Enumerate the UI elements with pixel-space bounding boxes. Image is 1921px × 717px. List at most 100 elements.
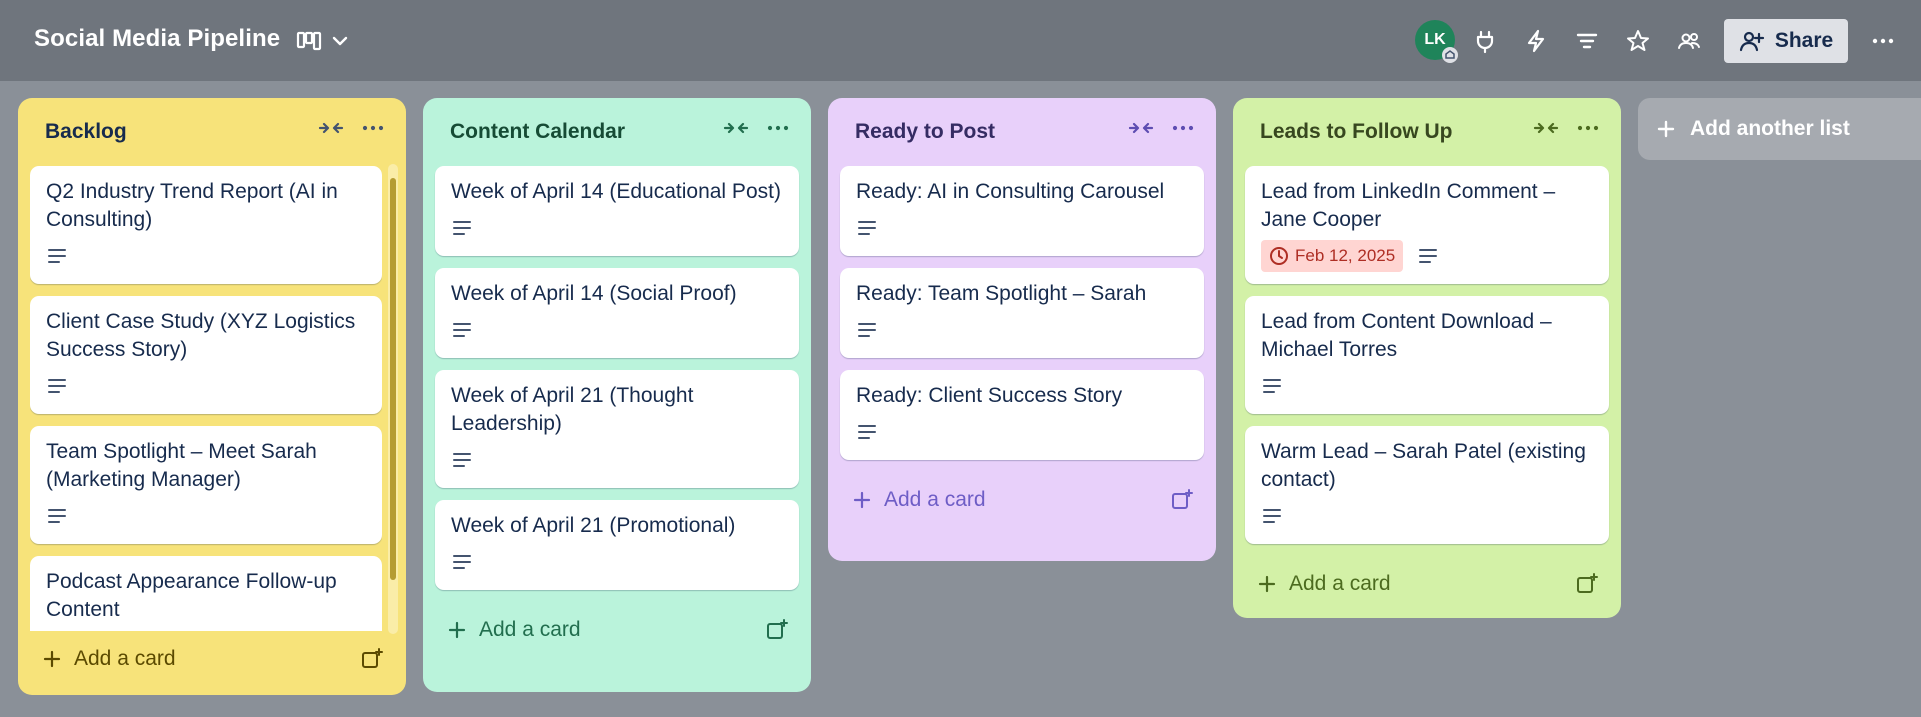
description-icon [1261, 376, 1283, 396]
card[interactable]: Week of April 21 (Promotional) [435, 500, 799, 590]
card[interactable]: Lead from LinkedIn Comment – Jane Cooper… [1245, 166, 1609, 284]
description-icon [451, 450, 473, 470]
avatar-initials: LK [1424, 31, 1446, 48]
power-ups-button[interactable] [1468, 24, 1502, 58]
plus-icon [42, 649, 62, 669]
list-cards: Week of April 14 (Educational Post) Week… [435, 166, 799, 590]
list-title[interactable]: Content Calendar [450, 120, 625, 144]
collapse-list-icon[interactable] [1128, 118, 1154, 143]
board-title[interactable]: Social Media Pipeline [34, 25, 280, 53]
card-title: Team Spotlight – Meet Sarah (Marketing M… [46, 440, 317, 491]
card[interactable]: Warm Lead – Sarah Patel (existing contac… [1245, 426, 1609, 544]
description-icon [46, 246, 68, 266]
card-title: Lead from Content Download – Michael Tor… [1261, 310, 1552, 361]
card[interactable]: Week of April 21 (Thought Leadership) [435, 370, 799, 488]
list-content-calendar: Content Calendar Week of April 14 (Educa… [423, 98, 811, 692]
list-leads-to-follow-up: Leads to Follow Up Lead from LinkedIn Co… [1233, 98, 1621, 618]
description-icon [46, 376, 68, 396]
add-card-button[interactable]: Add a card [1245, 556, 1609, 612]
card-title: Warm Lead – Sarah Patel (existing contac… [1261, 440, 1586, 491]
list-cards: Ready: AI in Consulting Carousel Ready: … [840, 166, 1204, 460]
clock-icon [1269, 246, 1289, 266]
description-icon [451, 552, 473, 572]
description-icon [856, 218, 878, 238]
plug-icon [1476, 30, 1494, 54]
card-title: Week of April 21 (Promotional) [451, 514, 736, 537]
card[interactable]: Ready: Client Success Story [840, 370, 1204, 460]
description-icon [451, 218, 473, 238]
add-person-icon [1739, 29, 1765, 53]
list-title[interactable]: Leads to Follow Up [1260, 120, 1453, 144]
collapse-list-icon[interactable] [1533, 118, 1559, 143]
board-view-icon [296, 30, 322, 52]
filter-button[interactable] [1570, 24, 1604, 58]
list-menu-icon[interactable] [765, 118, 791, 143]
card-title: Q2 Industry Trend Report (AI in Consulti… [46, 180, 338, 231]
description-icon [1417, 246, 1439, 266]
card[interactable]: Week of April 14 (Social Proof) [435, 268, 799, 358]
card-title: Client Case Study (XYZ Logistics Success… [46, 310, 356, 361]
add-list-label: Add another list [1690, 117, 1850, 140]
visibility-button[interactable] [1672, 24, 1706, 58]
card[interactable]: Team Spotlight – Meet Sarah (Marketing M… [30, 426, 382, 544]
list-cards: Lead from LinkedIn Comment – Jane Cooper… [1245, 166, 1609, 544]
plus-icon [1257, 574, 1277, 594]
add-card-button[interactable]: Add a card [30, 631, 394, 687]
description-icon [451, 320, 473, 340]
list-backlog: Backlog Q2 Industry Trend Report (AI in … [18, 98, 406, 695]
card[interactable]: Ready: Team Spotlight – Sarah [840, 268, 1204, 358]
collapse-list-icon[interactable] [723, 118, 749, 143]
add-card-button[interactable]: Add a card [840, 472, 1204, 528]
view-switcher[interactable] [296, 26, 350, 56]
card-template-icon[interactable] [360, 647, 384, 676]
card-template-icon[interactable] [1170, 488, 1194, 517]
card-title: Ready: AI in Consulting Carousel [856, 180, 1165, 203]
scrollbar-thumb[interactable] [390, 178, 396, 580]
list-title[interactable]: Ready to Post [855, 120, 995, 144]
card-template-icon[interactable] [1575, 572, 1599, 601]
add-card-button[interactable]: Add a card [435, 602, 799, 658]
board-header: Social Media Pipeline LK Share [0, 0, 1921, 81]
collapse-list-icon[interactable] [318, 118, 344, 143]
share-button[interactable]: Share [1724, 19, 1848, 63]
member-avatar[interactable]: LK [1415, 20, 1458, 63]
people-icon [1678, 33, 1700, 49]
card-template-icon[interactable] [765, 618, 789, 647]
list-menu-icon[interactable] [1170, 118, 1196, 143]
list-cards: Q2 Industry Trend Report (AI in Consulti… [30, 166, 382, 631]
chevron-down-icon [330, 31, 350, 51]
star-button[interactable] [1621, 24, 1655, 58]
lightning-icon [1527, 29, 1545, 53]
description-icon [46, 506, 68, 526]
card[interactable]: Ready: AI in Consulting Carousel [840, 166, 1204, 256]
plus-icon [447, 620, 467, 640]
add-card-label: Add a card [884, 488, 986, 511]
card[interactable]: Client Case Study (XYZ Logistics Success… [30, 296, 382, 414]
add-card-label: Add a card [479, 618, 581, 641]
share-label: Share [1774, 29, 1834, 52]
card[interactable]: Week of April 14 (Educational Post) [435, 166, 799, 256]
card[interactable]: Podcast Appearance Follow-up Content [30, 556, 382, 631]
star-icon [1627, 30, 1649, 51]
description-icon [1261, 506, 1283, 526]
list-scrollbar[interactable] [388, 164, 398, 634]
plus-icon [1656, 119, 1676, 139]
card[interactable]: Lead from Content Download – Michael Tor… [1245, 296, 1609, 414]
automation-button[interactable] [1519, 24, 1553, 58]
card-title: Week of April 14 (Social Proof) [451, 282, 737, 305]
board-menu-button[interactable] [1866, 24, 1900, 58]
description-icon [856, 320, 878, 340]
admin-badge-icon [1442, 47, 1458, 63]
list-ready-to-post: Ready to Post Ready: AI in Consulting Ca… [828, 98, 1216, 561]
list-menu-icon[interactable] [1575, 118, 1601, 143]
add-list-button[interactable]: Add another list [1638, 98, 1921, 160]
list-menu-icon[interactable] [360, 118, 386, 143]
list-title[interactable]: Backlog [45, 120, 127, 144]
card[interactable]: Q2 Industry Trend Report (AI in Consulti… [30, 166, 382, 284]
due-date-text: Feb 12, 2025 [1295, 246, 1396, 265]
card-title: Week of April 21 (Thought Leadership) [451, 384, 694, 435]
due-date-badge[interactable]: Feb 12, 2025 [1261, 240, 1404, 272]
description-icon [856, 422, 878, 442]
card-title: Ready: Client Success Story [856, 384, 1123, 407]
card-title: Week of April 14 (Educational Post) [451, 180, 781, 203]
